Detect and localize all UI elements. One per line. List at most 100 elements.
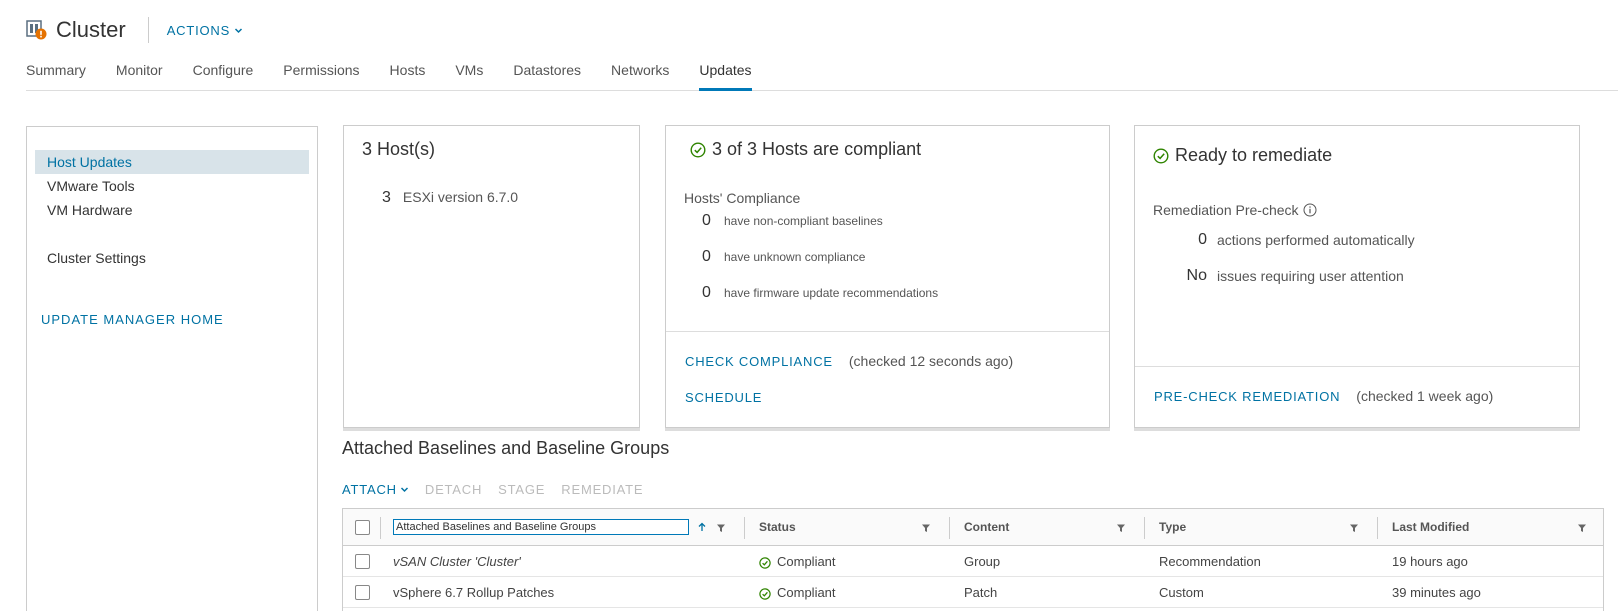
- remediate-button[interactable]: REMEDIATE: [561, 482, 643, 497]
- sidebar-item-cluster-settings[interactable]: Cluster Settings: [35, 246, 309, 270]
- actions-label: ACTIONS: [166, 22, 231, 38]
- column-header-content[interactable]: Content: [964, 509, 1009, 546]
- host-version-count: 3: [382, 189, 391, 206]
- detach-button[interactable]: DETACH: [425, 482, 482, 497]
- tab-hosts[interactable]: Hosts: [390, 62, 426, 91]
- baseline-last-modified: 39 minutes ago: [1392, 585, 1481, 600]
- chevron-down-icon: [235, 27, 243, 33]
- baseline-type: Recommendation: [1159, 554, 1261, 569]
- chevron-down-icon: [400, 487, 408, 493]
- name-column-filter-input[interactable]: [393, 519, 689, 535]
- row-checkbox[interactable]: [355, 554, 370, 569]
- baseline-status: Compliant: [759, 577, 836, 608]
- compliance-count: 0: [702, 212, 711, 229]
- sidebar-item-vmware-tools[interactable]: VMware Tools: [35, 174, 309, 198]
- tab-bar: Summary Monitor Configure Permissions Ho…: [26, 62, 1618, 91]
- remediate-card: Ready to remediate Remediation Pre-check…: [1134, 125, 1580, 428]
- baseline-last-modified: 19 hours ago: [1392, 554, 1468, 569]
- status-text: Compliant: [777, 585, 836, 600]
- page-title: Cluster: [56, 17, 126, 42]
- baseline-status: Compliant: [759, 546, 836, 577]
- check-circle-icon: [1153, 147, 1169, 164]
- baseline-name: vSphere 6.7 Rollup Patches: [393, 585, 555, 600]
- compliance-row: 0 have unknown compliance: [702, 248, 865, 266]
- precheck-row: No issues requiring user attention: [1175, 267, 1535, 285]
- cluster-warning-icon: [26, 19, 48, 41]
- tab-summary[interactable]: Summary: [26, 62, 86, 91]
- filter-icon[interactable]: [1116, 523, 1126, 533]
- hosts-compliance-label: Hosts' Compliance: [684, 190, 801, 206]
- compliance-row: 0 have firmware update recommendations: [702, 284, 938, 302]
- baseline-type: Custom: [1159, 585, 1204, 600]
- compliance-card: 3 of 3 Hosts are compliant Hosts' Compli…: [665, 125, 1110, 428]
- remediate-card-title: Ready to remediate: [1175, 145, 1333, 165]
- column-separator: [1144, 517, 1145, 539]
- tab-vms[interactable]: VMs: [455, 62, 483, 91]
- check-circle-icon: [690, 141, 706, 158]
- hosts-card: 3 Host(s) 3 ESXi version 6.7.0: [343, 125, 640, 428]
- compliance-label: have firmware update recommendations: [724, 286, 939, 300]
- baseline-content: Patch: [964, 585, 998, 600]
- precheck-row: 0 actions performed automatically: [1175, 231, 1535, 249]
- compliance-count: 0: [702, 248, 711, 265]
- baseline-name: vSAN Cluster 'Cluster': [393, 554, 521, 569]
- header-divider: [147, 17, 149, 43]
- compliance-card-title: 3 of 3 Hosts are compliant: [712, 139, 922, 159]
- table-row[interactable]: vSAN Cluster 'Cluster' Compliant Group R…: [343, 546, 1603, 577]
- card-divider: [666, 331, 1109, 332]
- column-header-type[interactable]: Type: [1159, 509, 1186, 546]
- filter-icon[interactable]: [1577, 523, 1587, 533]
- status-text: Compliant: [777, 554, 836, 569]
- tab-monitor[interactable]: Monitor: [116, 62, 163, 91]
- tab-permissions[interactable]: Permissions: [283, 62, 359, 91]
- compliance-label: have non-compliant baselines: [724, 214, 883, 228]
- column-separator: [380, 517, 381, 539]
- precheck-count: 0: [1198, 231, 1207, 248]
- compliance-count: 0: [702, 284, 711, 301]
- compliance-label: have unknown compliance: [724, 250, 866, 264]
- tab-datastores[interactable]: Datastores: [513, 62, 581, 91]
- attach-button[interactable]: ATTACH: [342, 482, 409, 497]
- sidebar-item-host-updates[interactable]: Host Updates: [35, 150, 309, 174]
- attach-label: ATTACH: [342, 482, 397, 497]
- table-row[interactable]: vSphere 6.7 Rollup Patches Compliant Pat…: [343, 577, 1603, 608]
- tab-updates[interactable]: Updates: [699, 62, 752, 91]
- row-checkbox[interactable]: [355, 585, 370, 600]
- filter-icon[interactable]: [921, 523, 931, 533]
- precheck-checked-time: (checked 1 week ago): [1356, 388, 1494, 404]
- filter-icon[interactable]: [716, 523, 726, 533]
- host-version-label: ESXi version 6.7.0: [402, 189, 519, 205]
- page-header: Cluster ACTIONS: [26, 16, 243, 44]
- tab-configure[interactable]: Configure: [193, 62, 254, 91]
- baselines-section-title: Attached Baselines and Baseline Groups: [342, 438, 670, 458]
- tab-networks[interactable]: Networks: [611, 62, 669, 91]
- precheck-label: issues requiring user attention: [1217, 268, 1404, 284]
- hosts-card-title: 3 Host(s): [362, 139, 436, 159]
- remediation-precheck-label: Remediation Pre-check: [1153, 202, 1299, 218]
- sort-ascending-icon[interactable]: [697, 522, 707, 532]
- card-divider: [1135, 366, 1579, 367]
- baselines-toolbar: ATTACH DETACH STAGE REMEDIATE: [342, 482, 643, 497]
- stage-button[interactable]: STAGE: [498, 482, 545, 497]
- column-separator: [1377, 517, 1378, 539]
- check-compliance-button[interactable]: CHECK COMPLIANCE: [685, 354, 833, 369]
- grid-header: Status Content Type Last Modified: [343, 509, 1603, 546]
- update-manager-home-link[interactable]: UPDATE MANAGER HOME: [41, 312, 224, 327]
- column-header-status[interactable]: Status: [759, 509, 796, 546]
- sidebar: Host Updates VMware Tools VM Hardware Cl…: [26, 126, 318, 611]
- check-circle-icon: [759, 587, 771, 600]
- baseline-content: Group: [964, 554, 1001, 569]
- schedule-button[interactable]: SCHEDULE: [685, 390, 762, 405]
- column-separator: [949, 517, 950, 539]
- column-header-last-modified[interactable]: Last Modified: [1392, 509, 1469, 546]
- info-icon[interactable]: [1303, 203, 1317, 217]
- column-separator: [744, 517, 745, 539]
- compliance-row: 0 have non-compliant baselines: [702, 212, 883, 230]
- sidebar-item-vm-hardware[interactable]: VM Hardware: [35, 198, 309, 222]
- check-circle-icon: [759, 556, 771, 569]
- precheck-label: actions performed automatically: [1217, 232, 1415, 248]
- select-all-checkbox[interactable]: [355, 520, 370, 535]
- filter-icon[interactable]: [1349, 523, 1359, 533]
- actions-menu-button[interactable]: ACTIONS: [167, 23, 243, 38]
- pre-check-remediation-button[interactable]: PRE-CHECK REMEDIATION: [1154, 389, 1340, 404]
